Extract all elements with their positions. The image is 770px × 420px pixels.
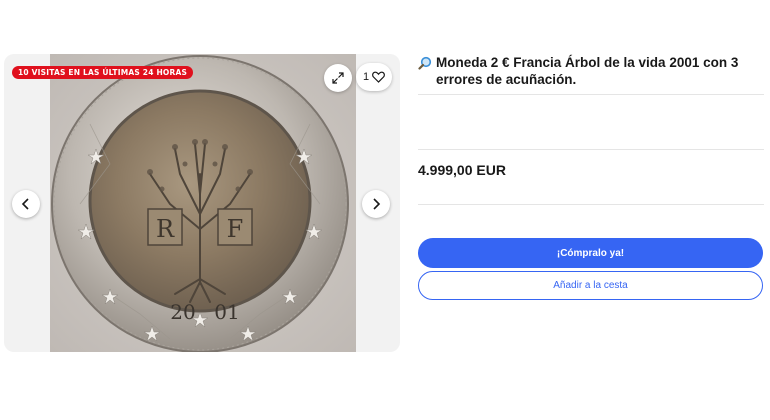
coin-year-right: 01 xyxy=(214,300,239,324)
add-to-cart-button[interactable]: Añadir a la cesta xyxy=(418,271,763,300)
coin-photo[interactable]: R F 20 01 xyxy=(50,54,356,352)
previous-image-button[interactable] xyxy=(12,190,40,218)
watch-button[interactable]: 1 xyxy=(356,63,392,91)
next-image-button[interactable] xyxy=(362,190,390,218)
listing-title: Moneda 2 € Francia Árbol de la vida 2001… xyxy=(436,55,739,87)
divider xyxy=(418,204,764,205)
divider xyxy=(418,94,764,95)
coin-year-left: 20 xyxy=(170,300,195,324)
chevron-left-icon xyxy=(21,198,29,210)
price: 4.999,00 EUR xyxy=(418,162,506,178)
coin-letter-f: F xyxy=(227,215,244,243)
coin-image: R F 20 01 xyxy=(50,54,356,352)
buy-now-button[interactable]: ¡Cómpralo ya! xyxy=(418,238,763,268)
listing-title-row: Moneda 2 € Francia Árbol de la vida 2001… xyxy=(418,54,766,88)
visits-badge: 10 VISITAS EN LAS ÚLTIMAS 24 HORAS xyxy=(12,66,194,79)
expand-button[interactable] xyxy=(324,64,352,92)
expand-icon xyxy=(332,72,344,84)
coin-letter-r: R xyxy=(156,215,175,243)
image-gallery: R F 20 01 10 VISITAS EN LAS ÚLTIMAS 24 H… xyxy=(4,54,400,352)
magnifier-icon xyxy=(418,56,432,70)
watch-count: 1 xyxy=(362,71,370,83)
divider xyxy=(418,149,764,150)
heart-icon xyxy=(372,71,385,83)
chevron-right-icon xyxy=(373,198,381,210)
